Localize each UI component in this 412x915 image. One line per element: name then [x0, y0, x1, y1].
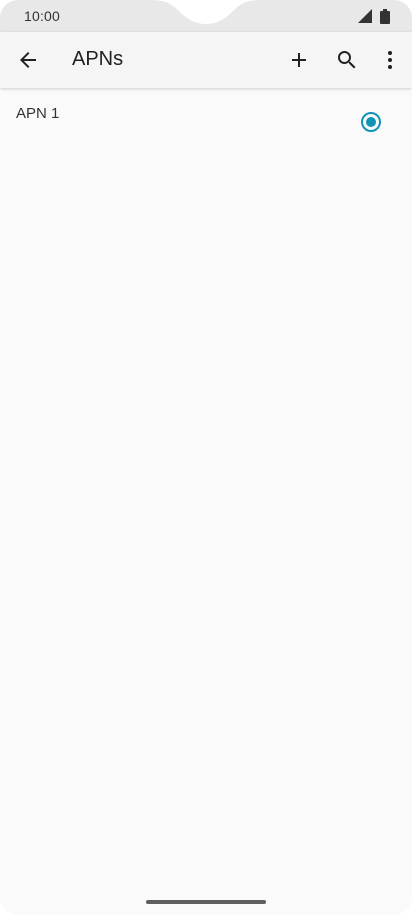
status-icons [358, 8, 390, 24]
app-bar: APNs [0, 32, 412, 88]
status-time: 10:00 [24, 8, 61, 24]
add-icon [292, 53, 306, 67]
add-apn-button[interactable] [279, 40, 319, 80]
status-bar: 10:00 [0, 0, 412, 32]
page-title: APNs [72, 48, 124, 70]
camera-notch [150, 0, 262, 24]
cellular-signal-icon [358, 9, 372, 23]
apn-radio-selected[interactable] [360, 111, 382, 133]
search-button[interactable] [327, 40, 367, 80]
more-options-button[interactable] [370, 40, 410, 80]
more-vert-icon [388, 51, 392, 69]
apn-list-item[interactable]: APN 1 [0, 90, 412, 154]
phone-screen: 10:00 APNs APN 1 [0, 0, 412, 915]
back-arrow-icon [20, 52, 36, 68]
apn-label: APN 1 [16, 105, 60, 122]
gesture-nav-handle[interactable] [146, 900, 266, 904]
back-button[interactable] [8, 40, 48, 80]
battery-icon [380, 8, 390, 24]
search-icon [338, 51, 356, 69]
